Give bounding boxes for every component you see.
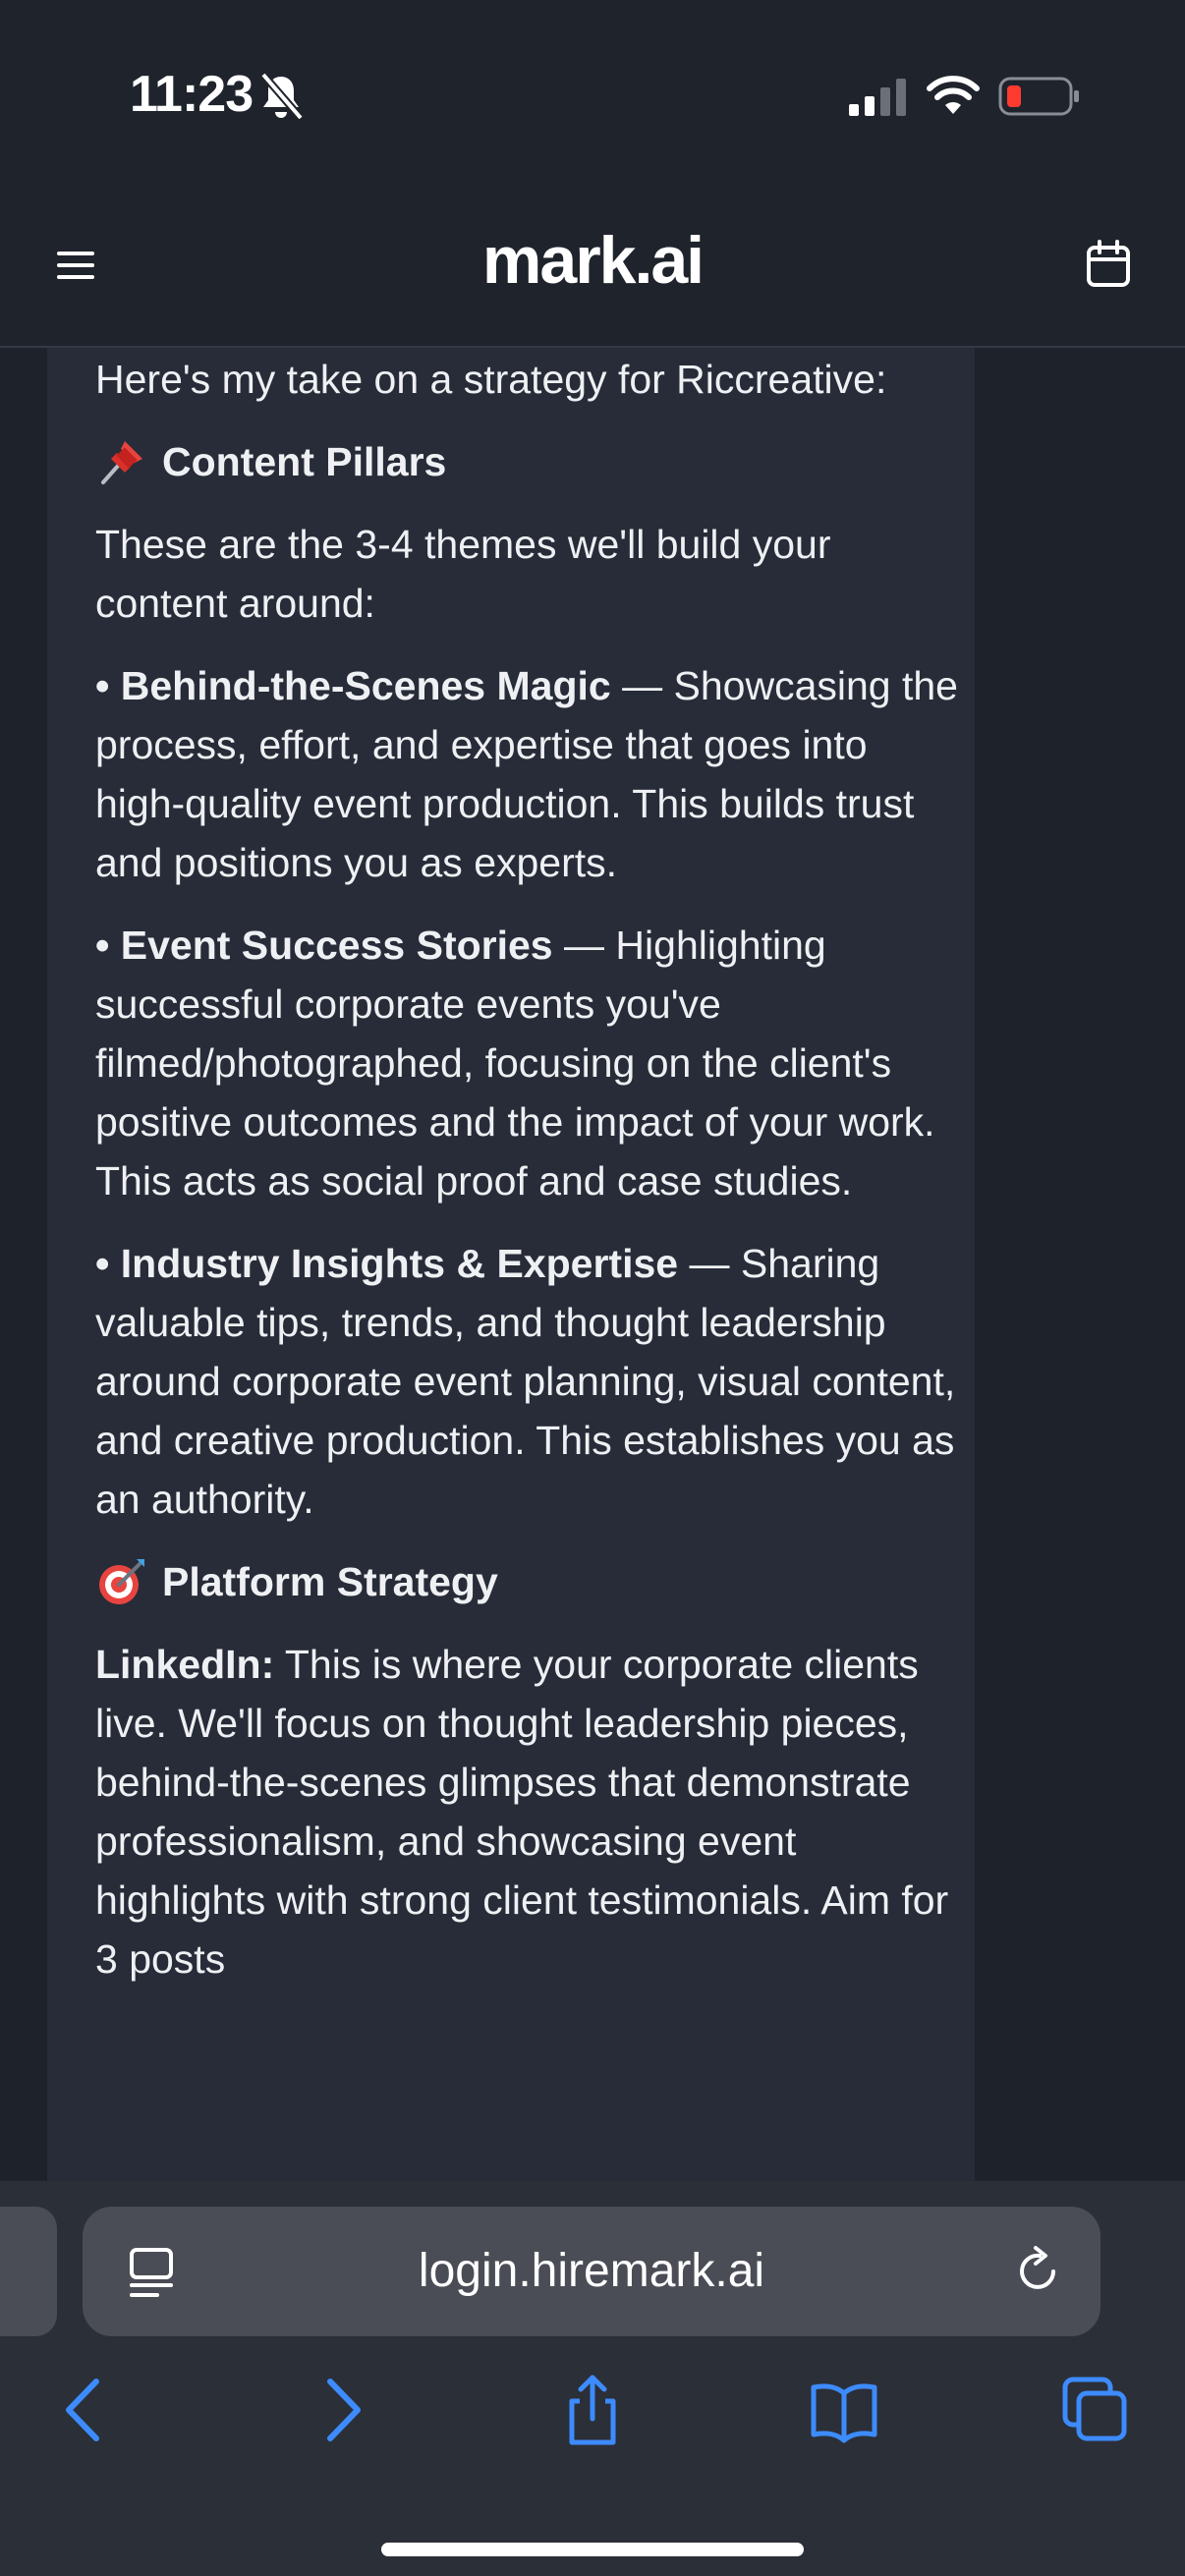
calendar-icon[interactable] — [1085, 240, 1132, 289]
bookmarks-book-icon[interactable] — [810, 2374, 878, 2446]
url-text[interactable]: login.hiremark.ai — [83, 2244, 1100, 2298]
section-title: Platform Strategy — [162, 1559, 498, 1604]
chat-content-area[interactable]: Here's my take on a strategy for Riccrea… — [0, 348, 1185, 2181]
platform-paragraph: LinkedIn: This is where your corporate c… — [95, 1635, 960, 1988]
list-item: • Behind-the-Scenes Magic — Showcasing t… — [95, 663, 958, 885]
message-intro: Here's my take on a strategy for Riccrea… — [95, 357, 887, 402]
battery-icon — [998, 77, 1079, 116]
back-chevron-icon[interactable] — [51, 2374, 120, 2446]
status-time: 11:23 — [130, 66, 254, 123]
pushpin-icon — [101, 441, 142, 484]
platform-label: LinkedIn: — [95, 1642, 275, 1687]
platform-text: This is where your corporate clients liv… — [95, 1642, 949, 1982]
list-item-title: Behind-the-Scenes Magic — [120, 663, 611, 708]
list-item-title: Industry Insights & Expertise — [120, 1241, 679, 1286]
brand-logo[interactable]: mark.ai — [0, 222, 1185, 299]
list-item: • Event Success Stories — Highlighting s… — [95, 923, 935, 1204]
home-indicator — [381, 2543, 804, 2556]
share-icon[interactable] — [558, 2374, 627, 2446]
list-item-title: Event Success Stories — [120, 923, 553, 968]
target-dart-icon — [99, 1559, 144, 1604]
section-title: Content Pillars — [162, 439, 447, 484]
status-bar: 11:23 — [0, 0, 1185, 187]
assistant-message: Here's my take on a strategy for Riccrea… — [95, 348, 960, 2012]
list-item: • Industry Insights & Expertise — Sharin… — [95, 1241, 956, 1522]
tabs-icon[interactable] — [1061, 2374, 1130, 2446]
section-heading-platform-strategy: Platform Strategy — [95, 1552, 960, 1611]
bell-muted-icon — [259, 72, 305, 121]
section-lead: These are the 3-4 themes we'll build you… — [95, 522, 831, 626]
address-bar[interactable]: login.hiremark.ai — [83, 2207, 1100, 2336]
app-header: mark.ai — [0, 187, 1185, 348]
cell-signal-icon — [849, 79, 906, 116]
browser-toolbar: login.hiremark.ai — [0, 2181, 1185, 2576]
previous-tab-edge[interactable] — [0, 2207, 57, 2336]
reload-icon[interactable] — [1010, 2244, 1065, 2299]
forward-chevron-icon[interactable] — [307, 2374, 375, 2446]
wifi-icon — [927, 76, 980, 114]
section-heading-content-pillars: Content Pillars — [95, 432, 960, 491]
